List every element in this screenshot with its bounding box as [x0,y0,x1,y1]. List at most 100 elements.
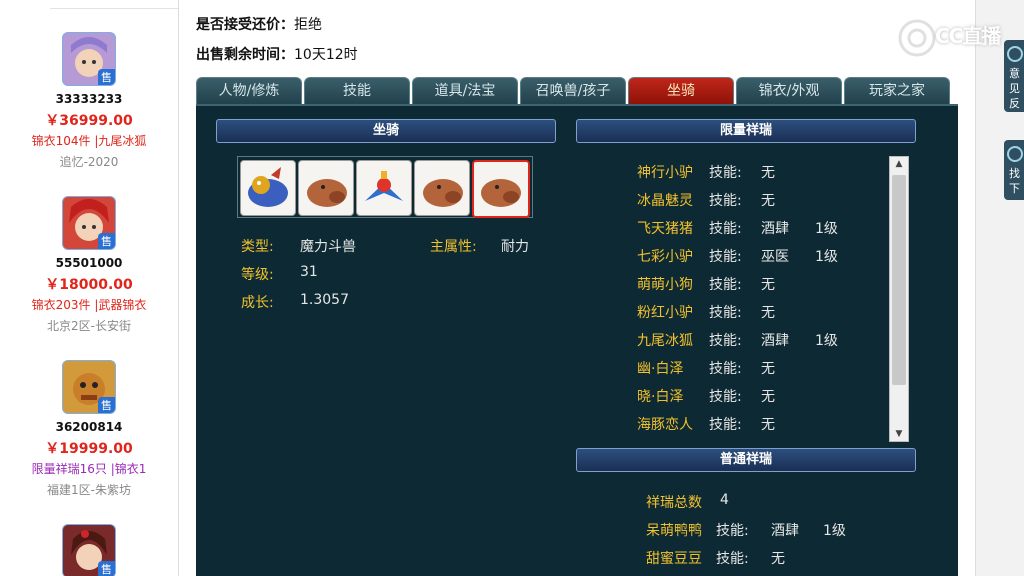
page: 售 33333233 ￥36999.00 锦衣104件 |九尾冰狐 追忆-202… [0,0,1024,576]
limited-section-header: 限量祥瑞 [576,119,916,143]
growth-value: 1.3057 [300,292,349,308]
mount-name: 萌萌小狗 [637,277,693,293]
scroll-up-arrow-icon[interactable]: ▲ [890,157,908,171]
mount-section-header: 坐骑 [216,119,556,143]
listing-tags: 限量祥瑞16只 |锦衣1 [31,462,147,476]
list-item: 晓·白泽 技能: 无 [591,386,871,408]
tab-costumes[interactable]: 锦衣/外观 [736,77,842,104]
bargain-label: 是否接受还价： [196,17,294,33]
bargain-row: 是否接受还价：拒绝 [196,14,322,34]
sale-badge: 售 [98,69,115,85]
listing-price: ￥36999.00 [45,113,133,129]
mount-name: 呆萌鸭鸭 [646,523,702,539]
skill-label: 技能: [709,333,742,349]
mount-name: 冰晶魅灵 [637,193,693,209]
listing-id: 36200814 [55,420,123,434]
sale-badge: 售 [98,561,115,576]
skill-value: 酒肆 [761,333,789,349]
listing-item[interactable]: 售 36200814 ￥19999.00 限量祥瑞16只 |锦衣1 福建1区-朱… [0,360,178,498]
listing-item[interactable]: 售 55501000 ￥18000.00 锦衣203件 |武器锦衣 北京2区-长… [0,196,178,334]
mount-thumb[interactable] [356,160,412,216]
tab-skills[interactable]: 技能 [304,77,410,104]
skill-level: 1级 [815,249,838,265]
skill-value: 无 [761,277,775,293]
skill-label: 技能: [716,523,749,539]
listing-item[interactable]: 售 33333233 ￥36999.00 锦衣104件 |九尾冰狐 追忆-202… [0,32,178,170]
growth-label: 成长: [241,295,274,311]
type-value: 魔力斗兽 [300,239,356,255]
listing-server: 北京2区-长安街 [47,319,131,333]
skill-level: 1级 [815,333,838,349]
mount-name: 粉红小驴 [637,305,693,321]
mount-thumb[interactable] [240,160,296,216]
scroll-down-arrow-icon[interactable]: ▼ [890,427,908,441]
limited-list-scrollbar[interactable]: ▲ ▼ [889,156,909,442]
listing-tags: 锦衣203件 |武器锦衣 [31,298,147,312]
watermark: CC直播 [895,12,1015,72]
listing-price: ￥18000.00 [45,277,133,293]
find-icon [1006,146,1023,162]
boar-mount-icon [307,179,347,207]
find-label: 找下 [1009,167,1020,195]
skill-label: 技能: [709,417,742,433]
bargain-value: 拒绝 [294,17,322,33]
skill-label: 技能: [709,165,742,181]
common-section-header: 普通祥瑞 [576,448,916,472]
tab-pets[interactable]: 召唤兽/孩子 [520,77,626,104]
list-item: 七彩小驴 技能: 巫医 1级 [591,246,871,268]
right-sidebar: 意见反 找下 [975,0,1024,576]
divider [50,8,178,9]
list-item: 海豚恋人 技能: 无 [591,414,871,436]
boar-mount-icon [423,179,463,207]
remaining-time-value: 10天12时 [294,47,358,63]
mount-name: 晓·白泽 [637,389,684,405]
skill-value: 酒肆 [761,221,789,237]
list-item: 幽·白泽 技能: 无 [591,358,871,380]
boar-mount-icon [481,179,521,207]
avatar[interactable]: 售 [62,524,116,576]
limited-mount-list: 神行小驴 技能: 无 冰晶魅灵 技能: 无 飞天猪猪 技能: 酒肆 1级 七彩小… [591,158,871,440]
skill-value: 无 [761,165,775,181]
listing-item[interactable]: 售 [0,524,178,576]
list-item: 粉红小驴 技能: 无 [591,302,871,324]
skill-label: 技能: [709,249,742,265]
total-label: 祥瑞总数 [646,495,702,511]
avatar[interactable]: 售 [62,196,116,250]
avatar[interactable]: 售 [62,360,116,414]
tab-home[interactable]: 玩家之家 [844,77,950,104]
skill-label: 技能: [709,277,742,293]
skill-level: 1级 [815,221,838,237]
mount-name: 幽·白泽 [637,361,684,377]
level-value: 31 [300,264,318,280]
mount-name: 甜蜜豆豆 [646,551,702,567]
mount-thumb[interactable] [414,160,470,216]
tab-mounts[interactable]: 坐骑 [628,77,734,104]
list-item: 萌萌小狗 技能: 无 [591,274,871,296]
type-label: 类型: [241,239,274,255]
mount-thumb-selected[interactable] [472,160,530,218]
listing-server: 追忆-2020 [59,155,119,169]
tab-character[interactable]: 人物/修炼 [196,77,302,104]
total-value: 4 [720,492,729,508]
beast-mount-icon [248,167,288,207]
mount-thumb[interactable] [298,160,354,216]
scrollbar-thumb[interactable] [892,175,906,385]
skill-label: 技能: [716,551,749,567]
list-item: 神行小驴 技能: 无 [591,162,871,184]
skill-value: 无 [771,551,785,567]
skill-label: 技能: [709,305,742,321]
find-tab[interactable]: 找下 [1004,140,1024,200]
mount-name: 飞天猪猪 [637,221,693,237]
list-item: 冰晶魅灵 技能: 无 [591,190,871,212]
main-attr-label: 主属性: [430,239,477,255]
listing-server: 福建1区-朱紫坊 [47,483,131,497]
mount-name: 七彩小驴 [637,249,693,265]
skill-level: 1级 [823,523,846,539]
sale-badge: 售 [98,233,115,249]
avatar[interactable]: 售 [62,32,116,86]
skill-value: 酒肆 [771,523,799,539]
skill-value: 巫医 [761,249,789,265]
listing-price: ￥19999.00 [45,441,133,457]
tab-items[interactable]: 道具/法宝 [412,77,518,104]
listing-id: 33333233 [55,92,123,106]
